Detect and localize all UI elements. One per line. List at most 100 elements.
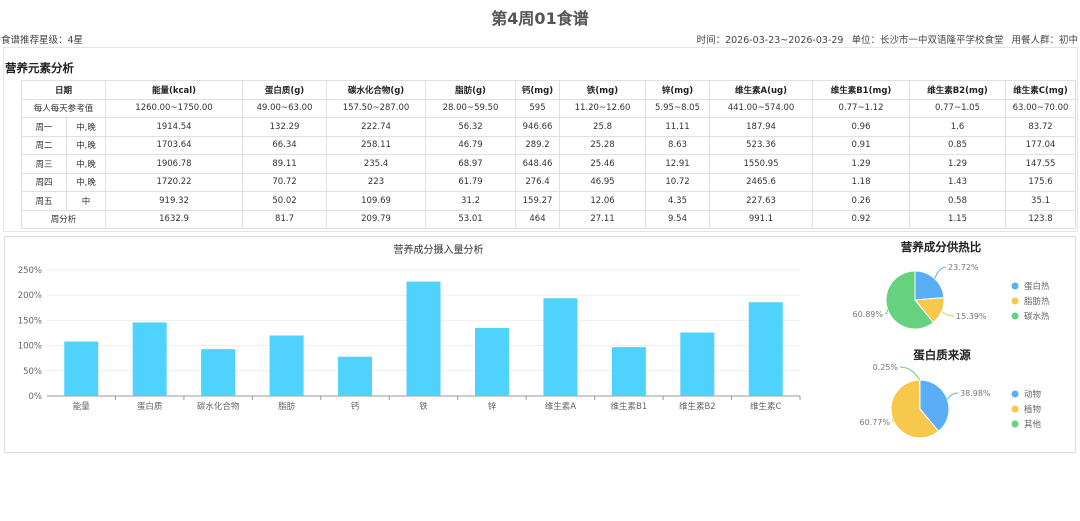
table-cell: 83.72 xyxy=(1005,117,1077,137)
table-cell: 89.11 xyxy=(242,154,328,174)
y-tick-label: 200% xyxy=(18,291,42,301)
table-cell: 53.01 xyxy=(425,209,517,229)
table-cell: 0.85 xyxy=(909,135,1007,155)
bar xyxy=(543,298,578,396)
legend-marker xyxy=(1011,405,1019,413)
header-cell: 日期 xyxy=(20,80,107,100)
bar xyxy=(132,322,167,396)
table-cell: 1.43 xyxy=(909,172,1007,192)
x-tick-label: 维生素B2 xyxy=(679,401,716,412)
rating-text: 食谱推荐星级：4星 xyxy=(1,35,84,46)
pie-title: 营养成分供热比 xyxy=(901,240,982,254)
pie-title: 蛋白质来源 xyxy=(913,348,971,362)
table-cell: 464 xyxy=(515,209,561,229)
table-cell: 177.04 xyxy=(1005,135,1077,155)
header-cell: 维生素A(ug) xyxy=(709,80,814,100)
table-cell: 0.77~1.05 xyxy=(909,98,1007,118)
table-cell: 周一 xyxy=(21,117,67,137)
x-tick-label: 碳水化合物 xyxy=(197,401,240,412)
legend-label: 蛋白热 xyxy=(1024,281,1050,292)
table-cell: 1914.54 xyxy=(105,117,244,137)
pie-label-line xyxy=(891,418,894,423)
table-cell: 1906.78 xyxy=(105,154,244,174)
table-row: 周四 中,晚 1720.22 70.72 223 61.79 276.4 46.95 10.72… xyxy=(21,172,1077,192)
header-cell: 蛋白质(g) xyxy=(242,80,328,100)
meta-info: 时间：2026-03-23~2026-03-29 单位：长沙市一中双语隆平学校食堂… xyxy=(689,32,1078,46)
table-row: 周一 中,晚 1914.54 132.29 222.74 56.32 946.66 25.8 1… xyxy=(21,117,1077,137)
table-row: 周五中 919.32 50.02 109.69 31.2 159.27 12.06 4.35 2… xyxy=(21,191,1077,211)
table-row: 周二 中,晚 1703.64 66.34 258.11 46.79 289.2 25.28 8.… xyxy=(21,135,1077,155)
table-cell: 0.77~1.12 xyxy=(812,98,911,118)
bar xyxy=(201,349,236,396)
bar xyxy=(338,356,373,396)
table-cell: 157.50~287.00 xyxy=(326,98,427,118)
pie-label: 60.89% xyxy=(852,310,883,319)
table-cell: 1550.95 xyxy=(709,154,814,174)
table-cell: 中 xyxy=(65,191,107,211)
table-cell: 187.94 xyxy=(709,117,814,137)
x-tick-label: 钙 xyxy=(351,401,360,412)
table-cell: 1.6 xyxy=(909,117,1007,137)
header-cell: 铁(mg) xyxy=(559,80,647,100)
header-cell: 维生素B1(mg) xyxy=(812,80,911,100)
table-cell: 595 xyxy=(515,98,561,118)
table-cell: 289.2 xyxy=(515,135,561,155)
table-cell: 441.00~574.00 xyxy=(709,98,814,118)
table-cell: 227.63 xyxy=(709,191,814,211)
table-cell: 258.11 xyxy=(326,135,427,155)
table-cell: 46.79 xyxy=(425,135,517,155)
charts-panel: 营养成分摄入量分析 0% 50% 100% 150% 200% 250% 能量 蛋白质 碳水化合物… xyxy=(4,236,1076,453)
legend-marker xyxy=(1011,312,1019,320)
y-tick-label: 250% xyxy=(18,266,42,276)
legend-marker xyxy=(1011,297,1019,305)
table-cell: 28.00~59.50 xyxy=(425,98,517,118)
bar xyxy=(748,302,783,396)
table-cell: 每人每天参考值 xyxy=(20,98,107,118)
table-cell: 25.8 xyxy=(559,117,647,137)
table-cell: 222.74 xyxy=(326,117,427,137)
table-cell: 2465.6 xyxy=(709,172,814,192)
pie-label-line xyxy=(946,392,959,400)
table-cell: 中,晚 xyxy=(65,154,107,174)
table-cell: 周三 xyxy=(21,154,67,174)
table-cell: 648.46 xyxy=(515,154,561,174)
x-tick-label: 维生素C xyxy=(750,401,782,412)
table-cell: 1260.00~1750.00 xyxy=(105,98,244,118)
table-cell: 223 xyxy=(326,172,427,192)
table-cell: 1.18 xyxy=(812,172,911,192)
legend-label: 动物 xyxy=(1024,389,1042,400)
table-cell: 147.55 xyxy=(1005,154,1077,174)
pie-label-line xyxy=(941,311,955,317)
x-tick-label: 维生素B1 xyxy=(610,401,647,412)
pie-label: 15.39% xyxy=(956,312,987,321)
y-tick-label: 0% xyxy=(29,392,43,402)
table-cell: 235.4 xyxy=(326,154,427,174)
table-cell: 11.20~12.60 xyxy=(559,98,647,118)
table-cell: 523.36 xyxy=(709,135,814,155)
legend-marker xyxy=(1011,390,1019,398)
header-cell: 脂肪(g) xyxy=(425,80,517,100)
table-cell: 175.6 xyxy=(1005,172,1077,192)
meta-unit: 单位：长沙市一中双语隆平学校食堂 xyxy=(851,35,1004,46)
table-cell: 132.29 xyxy=(242,117,328,137)
y-tick-label: 100% xyxy=(18,342,42,352)
meta-group: 用餐人群：初中 xyxy=(1011,35,1078,46)
table-cell: 12.91 xyxy=(645,154,711,174)
table-cell: 50.02 xyxy=(242,191,328,211)
table-cell: 0.58 xyxy=(909,191,1007,211)
table-cell: 209.79 xyxy=(326,209,427,229)
section-title: 营养元素分析 xyxy=(5,61,74,75)
pie-slice xyxy=(914,270,945,301)
table-cell: 周分析 xyxy=(20,209,107,229)
legend-label: 碳水热 xyxy=(1024,311,1050,322)
header-cell: 维生素B2(mg) xyxy=(909,80,1007,100)
header-cell: 维生素C(mg) xyxy=(1005,80,1077,100)
charts-svg: 营养成分摄入量分析 0% 50% 100% 150% 200% 250% 能量 蛋白质 碳水化合物… xyxy=(18,240,1050,439)
y-tick-label: 50% xyxy=(23,367,42,377)
x-tick-label: 铁 xyxy=(419,401,428,412)
table-cell: 中,晚 xyxy=(65,172,107,192)
reference-row: 每人每天参考值 1260.00~1750.00 49.00~63.00 157.… xyxy=(20,98,1077,118)
table-cell: 276.4 xyxy=(515,172,561,192)
pie-label: 38.98% xyxy=(960,389,991,398)
pie-label-line xyxy=(934,266,947,279)
